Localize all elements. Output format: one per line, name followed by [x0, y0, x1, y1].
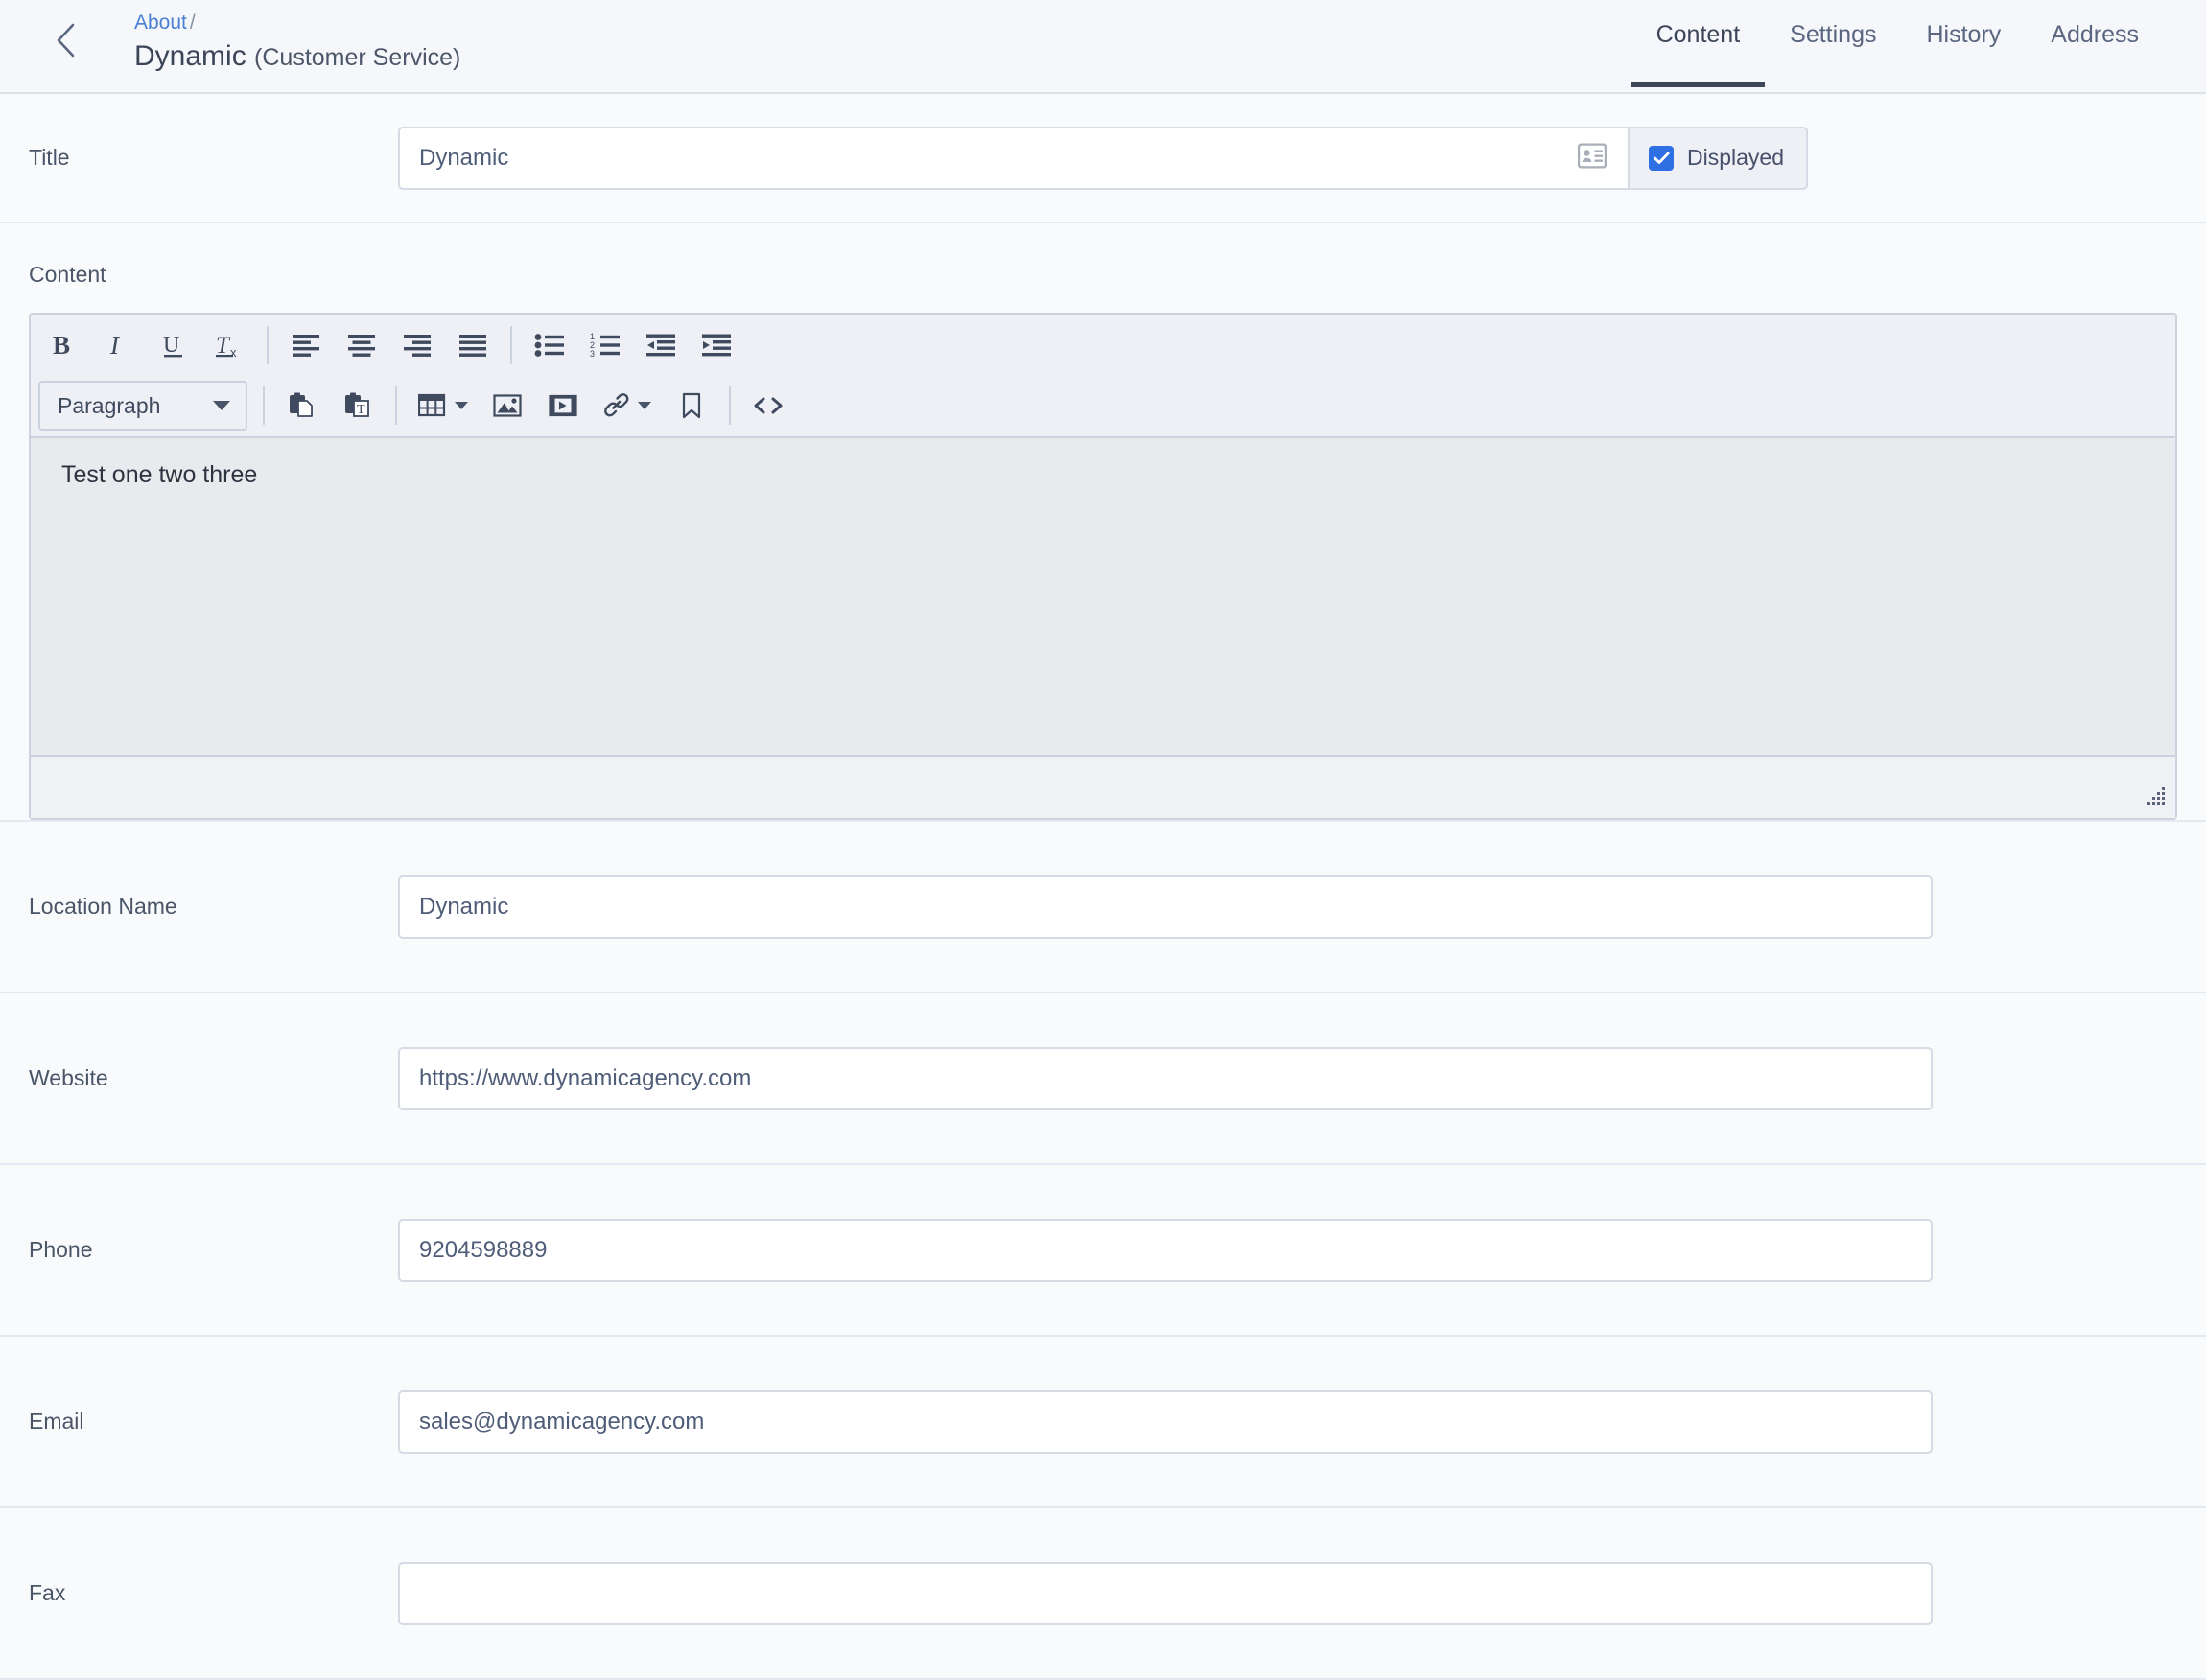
- toolbar-separator: [729, 386, 731, 425]
- chevron-down-icon: [213, 401, 230, 410]
- svg-text:x: x: [230, 345, 237, 360]
- align-right-icon[interactable]: [389, 320, 445, 370]
- source-code-icon[interactable]: [740, 381, 796, 431]
- image-icon[interactable]: [480, 381, 535, 431]
- outdent-icon[interactable]: [633, 320, 689, 370]
- svg-text:U: U: [163, 333, 179, 358]
- rich-text-editor: B I U Tx 1 2 3 Paragraph T Test one two …: [29, 313, 2177, 820]
- title-input[interactable]: Dynamic: [398, 126, 1630, 190]
- breadcrumb-separator: /: [189, 12, 196, 34]
- phone-value: 9204598889: [419, 1236, 548, 1263]
- fax-input[interactable]: [398, 1561, 1933, 1625]
- chevron-down-icon: [638, 402, 651, 409]
- field-row-phone: Phone 9204598889: [0, 1165, 2206, 1337]
- email-input[interactable]: sales@dynamicagency.com: [398, 1389, 1933, 1454]
- indent-icon[interactable]: [689, 320, 744, 370]
- displayed-checkbox[interactable]: [1649, 145, 1674, 171]
- svg-text:I: I: [109, 331, 121, 360]
- field-row-email: Email sales@dynamicagency.com: [0, 1337, 2206, 1508]
- paragraph-style-select[interactable]: Paragraph: [38, 381, 247, 431]
- website-input[interactable]: https://www.dynamicagency.com: [398, 1046, 1933, 1110]
- location-name-value: Dynamic: [419, 893, 509, 920]
- phone-input[interactable]: 9204598889: [398, 1218, 1933, 1282]
- editor-content-area[interactable]: Test one two three: [31, 438, 2175, 755]
- paragraph-style-value: Paragraph: [58, 392, 161, 418]
- toolbar-separator: [263, 386, 265, 425]
- resize-grip-icon[interactable]: [2146, 784, 2167, 810]
- italic-icon[interactable]: I: [90, 320, 146, 370]
- svg-text:T: T: [357, 403, 365, 417]
- fax-label: Fax: [29, 1580, 66, 1605]
- location-name-input[interactable]: Dynamic: [398, 875, 1933, 939]
- email-label: Email: [29, 1409, 84, 1434]
- editor-status-bar: [31, 755, 2175, 818]
- tab-content[interactable]: Content: [1631, 21, 1766, 87]
- page-title: Dynamic (Customer Service): [134, 38, 460, 76]
- breadcrumb-link-about[interactable]: About: [134, 12, 187, 34]
- svg-text:T: T: [216, 333, 231, 359]
- numbered-list-icon[interactable]: 123: [577, 320, 633, 370]
- chevron-left-icon: [54, 22, 77, 58]
- chevron-down-icon: [455, 402, 468, 409]
- back-button[interactable]: [46, 21, 84, 59]
- bold-icon[interactable]: B: [35, 320, 90, 370]
- editor-toolbar-row-1: B I U Tx 1 2 3: [31, 315, 2175, 375]
- tab-bar: Content Settings History Address: [1631, 21, 2164, 87]
- website-value: https://www.dynamicagency.com: [419, 1064, 752, 1091]
- content-section: Content B I U Tx 1 2 3 Paragraph T Test …: [0, 223, 2206, 822]
- website-label: Website: [29, 1065, 108, 1090]
- content-label: Content: [29, 262, 106, 287]
- title-input-value: Dynamic: [419, 144, 509, 171]
- editor-paragraph: Test one two three: [61, 461, 258, 488]
- toolbar-separator: [510, 325, 512, 364]
- location-name-label: Location Name: [29, 894, 177, 919]
- toolbar-separator: [395, 386, 397, 425]
- page-header: About / Dynamic (Customer Service) Conten…: [0, 0, 2206, 94]
- align-left-icon[interactable]: [278, 320, 334, 370]
- tab-settings[interactable]: Settings: [1765, 21, 1901, 87]
- link-icon[interactable]: [591, 381, 664, 431]
- tab-history[interactable]: History: [1901, 21, 2026, 87]
- paste-as-text-icon[interactable]: T: [330, 381, 386, 431]
- title-row: Title Dynamic Displayed: [0, 94, 2206, 223]
- paste-icon[interactable]: [274, 381, 330, 431]
- contact-card-icon[interactable]: [1577, 142, 1608, 173]
- underline-icon[interactable]: U: [146, 320, 201, 370]
- field-row-location-name: Location Name Dynamic: [0, 822, 2206, 993]
- breadcrumb: About / Dynamic (Customer Service): [134, 10, 460, 76]
- field-row-fax: Fax: [0, 1508, 2206, 1680]
- bulleted-list-icon[interactable]: [522, 320, 577, 370]
- field-row-website: Website https://www.dynamicagency.com: [0, 993, 2206, 1165]
- page-title-text: Dynamic: [134, 40, 246, 72]
- video-icon[interactable]: [535, 381, 591, 431]
- bookmark-icon[interactable]: [664, 381, 719, 431]
- editor-toolbar-row-2: Paragraph T: [31, 375, 2175, 438]
- svg-text:3: 3: [590, 349, 595, 358]
- title-label: Title: [29, 145, 70, 170]
- displayed-checkbox-group[interactable]: Displayed: [1630, 126, 1808, 190]
- svg-text:B: B: [53, 331, 70, 360]
- tab-address[interactable]: Address: [2026, 21, 2164, 87]
- toolbar-separator: [267, 325, 269, 364]
- table-icon[interactable]: [407, 381, 480, 431]
- align-center-icon[interactable]: [334, 320, 389, 370]
- phone-label: Phone: [29, 1237, 93, 1262]
- page-title-subtitle: (Customer Service): [254, 44, 461, 71]
- align-justify-icon[interactable]: [445, 320, 501, 370]
- email-value: sales@dynamicagency.com: [419, 1408, 705, 1435]
- remove-format-icon[interactable]: Tx: [201, 320, 257, 370]
- displayed-label: Displayed: [1687, 145, 1784, 170]
